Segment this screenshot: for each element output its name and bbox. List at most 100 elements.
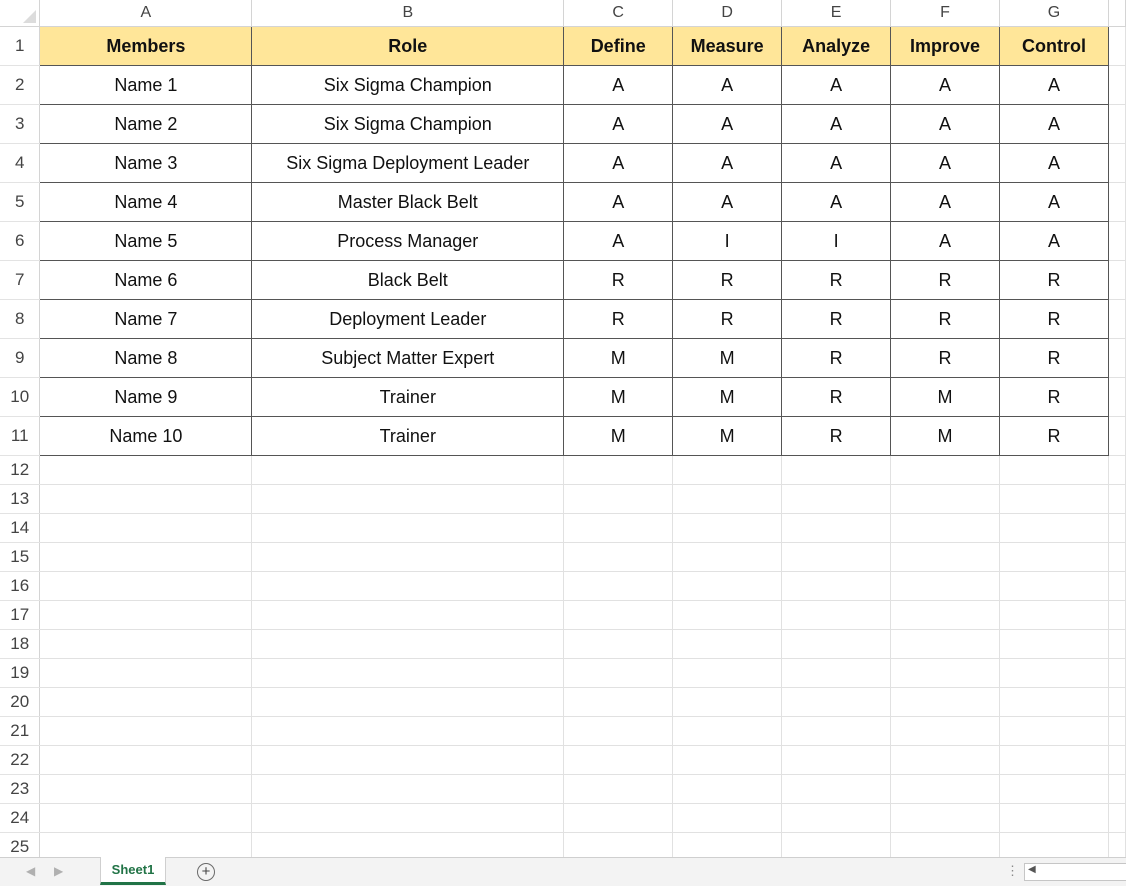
empty-cell[interactable] <box>251 774 565 804</box>
row-header[interactable]: 12 <box>0 455 41 485</box>
column-header-e[interactable]: E <box>781 0 892 27</box>
horizontal-scrollbar[interactable] <box>1024 863 1126 881</box>
analyze-cell[interactable]: A <box>781 104 892 144</box>
empty-cell[interactable] <box>999 542 1109 572</box>
empty-cell[interactable] <box>672 745 783 775</box>
row-header[interactable]: 19 <box>0 658 41 688</box>
table-header-cell[interactable]: Improve <box>890 26 1001 66</box>
control-cell[interactable]: A <box>999 221 1109 261</box>
empty-cell[interactable] <box>1108 745 1126 775</box>
row-header[interactable]: 20 <box>0 687 41 717</box>
empty-cell[interactable] <box>890 716 1001 746</box>
control-cell[interactable]: A <box>999 143 1109 183</box>
row-header[interactable]: 3 <box>0 104 41 144</box>
improve-cell[interactable]: A <box>890 104 1001 144</box>
empty-cell[interactable] <box>890 803 1001 833</box>
empty-cell[interactable] <box>563 455 674 485</box>
member-cell[interactable]: Name 6 <box>39 260 253 300</box>
table-header-cell[interactable]: Measure <box>672 26 783 66</box>
empty-cell[interactable] <box>39 803 253 833</box>
row-header[interactable]: 9 <box>0 338 41 378</box>
empty-cell[interactable] <box>999 716 1109 746</box>
empty-cell[interactable] <box>251 455 565 485</box>
role-cell[interactable]: Subject Matter Expert <box>251 338 565 378</box>
empty-cell[interactable] <box>1108 803 1126 833</box>
empty-cell[interactable] <box>1108 716 1126 746</box>
column-header-c[interactable]: C <box>563 0 674 27</box>
empty-cell[interactable] <box>563 600 674 630</box>
empty-cell[interactable] <box>251 687 565 717</box>
define-cell[interactable]: M <box>563 338 674 378</box>
table-header-cell[interactable]: Role <box>251 26 565 66</box>
empty-cell[interactable] <box>781 513 892 543</box>
empty-cell[interactable] <box>563 745 674 775</box>
empty-cell[interactable] <box>999 803 1109 833</box>
role-cell[interactable]: Black Belt <box>251 260 565 300</box>
control-cell[interactable]: R <box>999 338 1109 378</box>
column-header-a[interactable]: A <box>39 0 253 27</box>
table-header-cell[interactable]: Define <box>563 26 674 66</box>
define-cell[interactable]: A <box>563 65 674 105</box>
member-cell[interactable]: Name 5 <box>39 221 253 261</box>
measure-cell[interactable]: R <box>672 260 783 300</box>
empty-cell[interactable] <box>890 658 1001 688</box>
empty-cell[interactable] <box>1108 143 1126 183</box>
control-cell[interactable]: R <box>999 377 1109 417</box>
improve-cell[interactable]: M <box>890 377 1001 417</box>
empty-cell[interactable] <box>890 542 1001 572</box>
empty-cell[interactable] <box>251 542 565 572</box>
define-cell[interactable]: M <box>563 377 674 417</box>
control-cell[interactable]: A <box>999 182 1109 222</box>
define-cell[interactable]: A <box>563 182 674 222</box>
measure-cell[interactable]: M <box>672 377 783 417</box>
empty-cell[interactable] <box>781 484 892 514</box>
empty-cell[interactable] <box>890 600 1001 630</box>
define-cell[interactable]: A <box>563 221 674 261</box>
empty-cell[interactable] <box>39 600 253 630</box>
row-header[interactable]: 10 <box>0 377 41 417</box>
row-header[interactable]: 23 <box>0 774 41 804</box>
analyze-cell[interactable]: A <box>781 65 892 105</box>
select-all-corner[interactable] <box>0 0 41 27</box>
member-cell[interactable]: Name 7 <box>39 299 253 339</box>
empty-cell[interactable] <box>781 455 892 485</box>
empty-cell[interactable] <box>999 745 1109 775</box>
empty-cell[interactable] <box>251 658 565 688</box>
scroll-left-icon[interactable]: ◀ <box>1028 864 1036 875</box>
empty-cell[interactable] <box>781 542 892 572</box>
role-cell[interactable]: Six Sigma Champion <box>251 104 565 144</box>
row-header[interactable]: 18 <box>0 629 41 659</box>
empty-cell[interactable] <box>1108 377 1126 417</box>
chevron-left-icon[interactable]: ◀ <box>26 864 35 878</box>
empty-cell[interactable] <box>1108 542 1126 572</box>
empty-cell[interactable] <box>39 455 253 485</box>
empty-cell[interactable] <box>563 542 674 572</box>
empty-cell[interactable] <box>1108 687 1126 717</box>
empty-cell[interactable] <box>999 600 1109 630</box>
empty-cell[interactable] <box>39 658 253 688</box>
empty-cell[interactable] <box>1108 774 1126 804</box>
row-header[interactable]: 15 <box>0 542 41 572</box>
split-handle-icon[interactable]: ⋮ <box>1006 863 1019 879</box>
table-header-cell[interactable]: Members <box>39 26 253 66</box>
empty-cell[interactable] <box>1108 600 1126 630</box>
empty-cell[interactable] <box>999 571 1109 601</box>
empty-cell[interactable] <box>39 571 253 601</box>
empty-cell[interactable] <box>251 600 565 630</box>
empty-cell[interactable] <box>39 629 253 659</box>
empty-cell[interactable] <box>1108 338 1126 378</box>
row-header[interactable]: 5 <box>0 182 41 222</box>
empty-cell[interactable] <box>1108 299 1126 339</box>
empty-cell[interactable] <box>672 803 783 833</box>
empty-cell[interactable] <box>781 745 892 775</box>
measure-cell[interactable]: A <box>672 104 783 144</box>
role-cell[interactable]: Deployment Leader <box>251 299 565 339</box>
empty-cell[interactable] <box>999 484 1109 514</box>
empty-cell[interactable] <box>563 716 674 746</box>
empty-cell[interactable] <box>672 484 783 514</box>
empty-cell[interactable] <box>563 687 674 717</box>
column-header-b[interactable]: B <box>251 0 565 27</box>
control-cell[interactable]: R <box>999 260 1109 300</box>
empty-cell[interactable] <box>890 455 1001 485</box>
measure-cell[interactable]: A <box>672 65 783 105</box>
